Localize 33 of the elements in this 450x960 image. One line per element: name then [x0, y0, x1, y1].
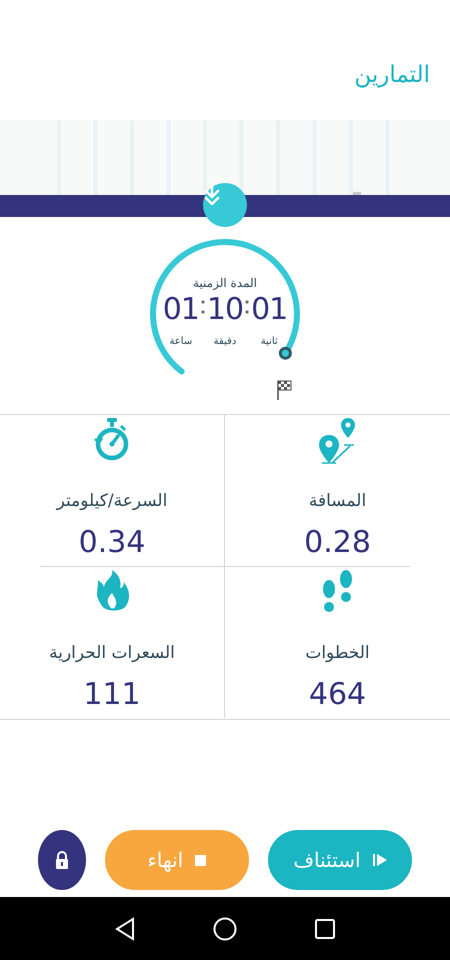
stat-label: الخطوات — [305, 643, 370, 663]
play-icon — [372, 853, 387, 867]
colon-icon — [245, 298, 250, 314]
flame-icon — [95, 569, 129, 613]
finish-button[interactable]: انهاء — [104, 830, 249, 890]
stat-label: السعرات الحرارية — [49, 643, 175, 663]
stat-label: السرعة/كيلومتر — [56, 491, 168, 511]
recents-icon[interactable] — [315, 918, 335, 938]
stat-value: 0.28 — [304, 525, 371, 560]
time-unit: دقيقة — [214, 336, 236, 346]
footprints-icon — [320, 569, 354, 613]
finish-flag-icon — [276, 380, 292, 400]
stat-value: 464 — [308, 677, 366, 712]
time-value: 01 — [251, 290, 288, 328]
screen-title: التمارين — [354, 62, 430, 88]
stat-value: 0.34 — [78, 525, 146, 560]
stopwatch-icon — [94, 417, 130, 463]
double-chevron-down-icon — [203, 183, 221, 205]
time-unit: ثانية — [260, 336, 278, 346]
time-unit: ساعة — [169, 336, 192, 346]
lock-icon — [54, 851, 69, 869]
map-pins-icon — [318, 417, 358, 465]
colon-icon — [200, 298, 205, 314]
stat-value: 111 — [83, 677, 141, 712]
time-value: 01 — [162, 290, 199, 328]
home-icon[interactable] — [213, 916, 237, 940]
timer-title: المدة الزمنية — [192, 276, 258, 290]
time-value: 10 — [206, 290, 244, 328]
stop-icon — [195, 854, 206, 866]
back-icon[interactable] — [115, 916, 135, 940]
progress-handle — [278, 346, 292, 360]
stat-label: المسافة — [308, 491, 366, 511]
resume-button[interactable]: استئناف — [268, 830, 412, 890]
